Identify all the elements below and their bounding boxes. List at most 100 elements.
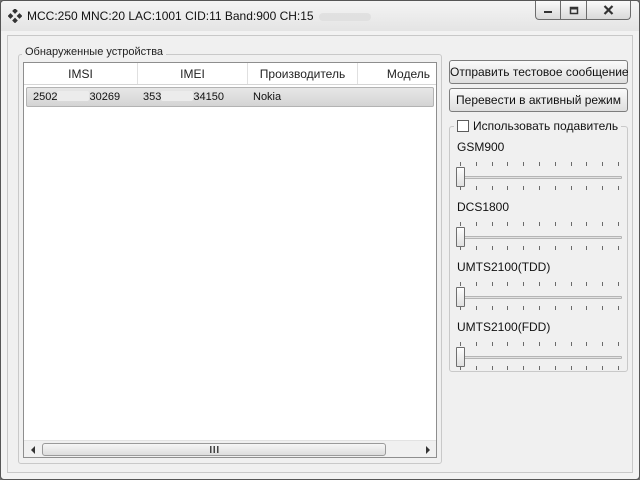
- caption-buttons: [535, 1, 631, 21]
- table-row[interactable]: 2502 30269 353 34150 Nokia: [26, 87, 434, 107]
- slider-tick: [554, 342, 556, 346]
- maximize-button[interactable]: [561, 1, 587, 20]
- slider-tick: [539, 342, 540, 346]
- slider-tick: [539, 222, 540, 226]
- scroll-right-button[interactable]: [419, 441, 436, 458]
- slider-gsm900[interactable]: [456, 160, 622, 190]
- slider-tick: [475, 186, 477, 190]
- minimize-icon: [544, 11, 552, 13]
- slider-tick: [507, 222, 509, 226]
- slider-tick: [618, 246, 619, 250]
- slider-tick: [586, 366, 588, 370]
- scroll-thumb[interactable]: [42, 443, 386, 456]
- slider-tick: [523, 282, 525, 286]
- slider-tick: [507, 246, 509, 250]
- slider-tick: [602, 342, 604, 346]
- slider-tick: [618, 282, 619, 286]
- slider-tick: [570, 306, 572, 310]
- app-diamond-icon: [8, 9, 22, 23]
- slider-tick: [475, 222, 477, 226]
- window-title: MCC:250 MNC:20 LAC:1001 CID:11 Band:900 …: [27, 9, 314, 23]
- minimize-button[interactable]: [535, 1, 561, 20]
- slider-track[interactable]: [458, 236, 622, 239]
- slider-tick: [507, 162, 509, 166]
- slider-tick: [554, 282, 556, 286]
- cell-imei: 353 34150: [143, 91, 224, 103]
- slider-tick: [460, 342, 461, 346]
- column-header-imsi[interactable]: IMSI: [24, 63, 138, 84]
- cell-vendor: Nokia: [253, 91, 282, 103]
- scroll-right-arrow-icon: [425, 445, 430, 454]
- slider-tick: [618, 306, 619, 310]
- slider-tick: [491, 366, 493, 370]
- column-header-model[interactable]: Модель: [358, 63, 436, 84]
- slider-tick: [602, 282, 604, 286]
- slider-tick: [602, 186, 604, 190]
- close-button[interactable]: [587, 1, 631, 20]
- slider-track[interactable]: [458, 356, 622, 359]
- column-header-imei[interactable]: IMEI: [138, 63, 248, 84]
- slider-tick: [491, 342, 493, 346]
- column-header-vendor[interactable]: Производитель: [248, 63, 358, 84]
- slider-tick: [475, 162, 477, 166]
- devices-group-title: Обнаруженные устройства: [22, 46, 167, 58]
- slider-tick: [586, 306, 588, 310]
- slider-tick: [586, 282, 588, 286]
- slider-tick: [523, 366, 525, 370]
- slider-tick: [539, 162, 540, 166]
- slider-tick: [554, 222, 556, 226]
- slider-track[interactable]: [458, 296, 622, 299]
- slider-tick: [618, 222, 619, 226]
- slider-tick: [475, 366, 477, 370]
- slider-tick: [539, 366, 540, 370]
- activate-mode-button[interactable]: Перевести в активный режим: [449, 88, 628, 112]
- slider-tick: [586, 222, 588, 226]
- band-label-umts2100-fdd: UMTS2100(FDD): [457, 320, 551, 334]
- slider-tick: [523, 306, 525, 310]
- slider-thumb[interactable]: [456, 227, 465, 247]
- jammer-toggle[interactable]: Использовать подавитель: [454, 118, 622, 134]
- title-blur: [319, 13, 371, 21]
- slider-tick: [507, 306, 509, 310]
- slider-dcs1800[interactable]: [456, 220, 622, 250]
- client-area: Обнаруженные устройства IMSI IMEI Произв…: [7, 35, 633, 473]
- slider-tick: [554, 246, 556, 250]
- slider-track[interactable]: [458, 176, 622, 179]
- slider-tick: [618, 186, 619, 190]
- scroll-grip-icon: [209, 446, 218, 453]
- slider-thumb[interactable]: [456, 347, 465, 367]
- slider-tick: [507, 282, 509, 286]
- slider-tick: [460, 282, 461, 286]
- close-icon: [603, 5, 614, 15]
- slider-tick: [570, 282, 572, 286]
- slider-tick: [570, 366, 572, 370]
- title-bar[interactable]: MCC:250 MNC:20 LAC:1001 CID:11 Band:900 …: [1, 1, 639, 31]
- jammer-checkbox[interactable]: [457, 120, 469, 132]
- send-test-message-button[interactable]: Отправить тестовое сообщение: [449, 60, 629, 84]
- maximize-icon: [569, 6, 578, 14]
- slider-thumb[interactable]: [456, 167, 465, 187]
- slider-umts2100-fdd[interactable]: [456, 340, 622, 370]
- horizontal-scrollbar[interactable]: [24, 440, 436, 457]
- slider-tick: [554, 366, 556, 370]
- slider-umts2100-tdd[interactable]: [456, 280, 622, 310]
- slider-tick: [602, 366, 604, 370]
- slider-tick: [586, 246, 588, 250]
- band-label-umts2100-tdd: UMTS2100(TDD): [457, 260, 551, 274]
- band-label-gsm900: GSM900: [457, 140, 505, 154]
- slider-tick: [618, 162, 619, 166]
- slider-tick: [507, 366, 509, 370]
- slider-tick: [523, 162, 525, 166]
- slider-tick: [491, 186, 493, 190]
- devices-list[interactable]: IMSI IMEI Производитель Модель 2502 30269…: [23, 62, 437, 458]
- scroll-left-button[interactable]: [24, 441, 41, 458]
- slider-tick: [539, 186, 540, 190]
- slider-tick: [586, 186, 588, 190]
- slider-tick: [460, 222, 461, 226]
- slider-tick: [475, 342, 477, 346]
- slider-thumb[interactable]: [456, 287, 465, 307]
- slider-tick: [602, 222, 604, 226]
- slider-tick: [570, 222, 572, 226]
- scroll-left-arrow-icon: [30, 445, 35, 454]
- slider-tick: [618, 342, 619, 346]
